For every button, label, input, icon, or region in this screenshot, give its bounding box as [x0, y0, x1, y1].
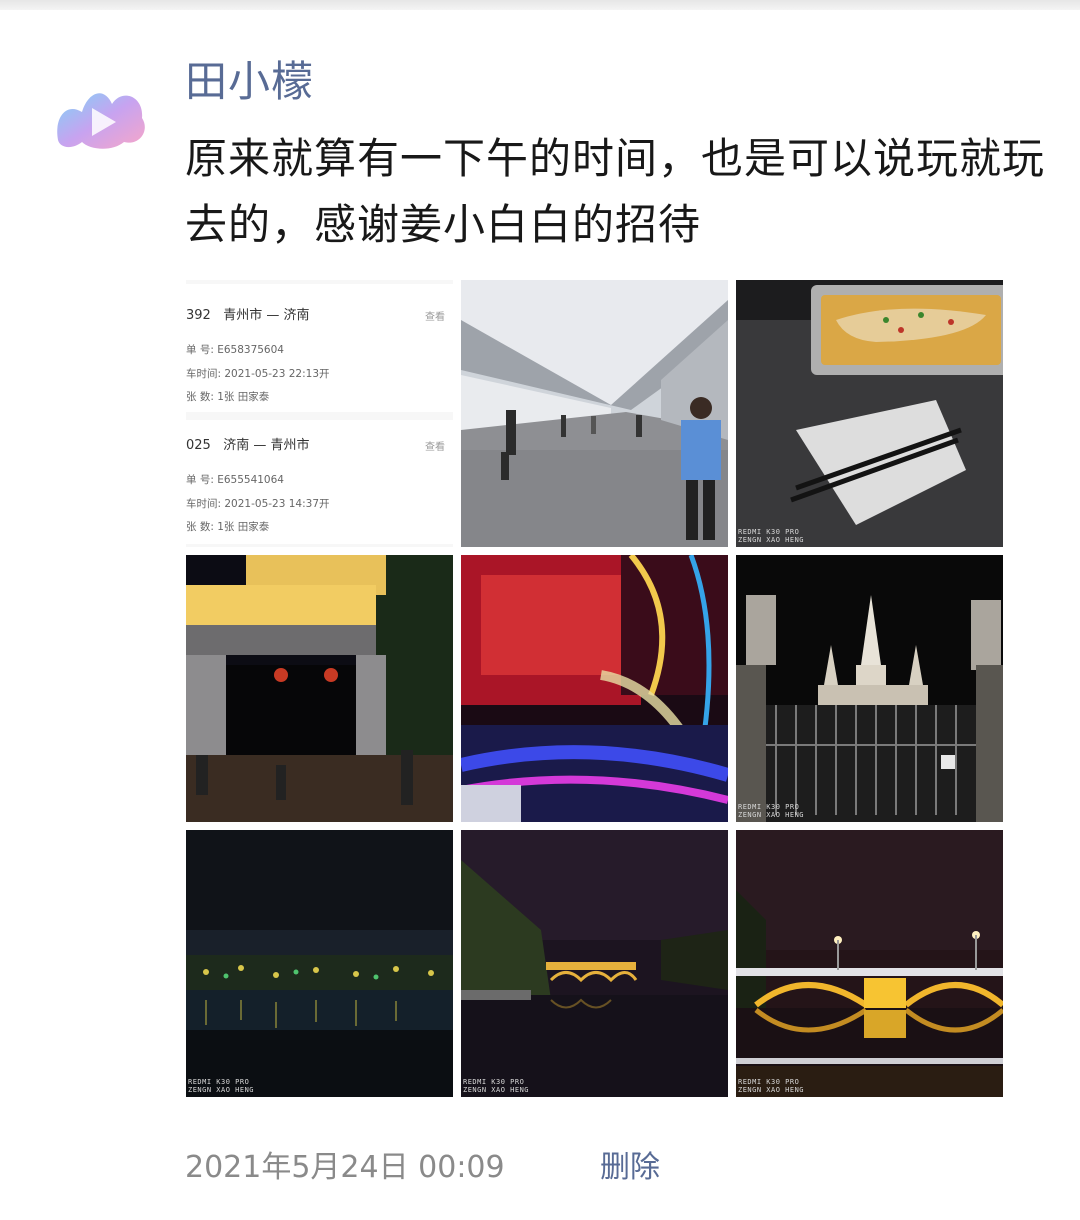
username[interactable]: 田小檬: [185, 52, 314, 112]
ticket-route: 青州市 — 济南: [223, 308, 310, 323]
camera-watermark: REDMI K30 PRO ZENGN XAO HENG: [738, 1078, 805, 1094]
photo-night-archway[interactable]: [186, 555, 453, 822]
ticket-departure-time: 车时间: 2021-05-23 14:37开: [186, 498, 330, 510]
ticket-count: 张 数: 1张 田家泰: [186, 521, 270, 533]
ticket-train-number: 392: [186, 308, 211, 323]
photo-neon-light-ceiling[interactable]: [461, 555, 728, 822]
ticket-card: 392 青州市 — 济南 查看 单 号: E658375604 车时间: 202…: [186, 284, 453, 412]
photo-grid: 392 青州市 — 济南 查看 单 号: E658375604 车时间: 202…: [186, 280, 1003, 1097]
ticket-train-number: 025: [186, 438, 211, 453]
avatar[interactable]: [52, 78, 152, 158]
ticket-count: 张 数: 1张 田家泰: [186, 391, 270, 403]
delete-button[interactable]: 删除: [600, 1148, 660, 1188]
post-timestamp: 2021年5月24日 00:09: [185, 1150, 505, 1185]
photo-restaurant-dish[interactable]: REDMI K30 PRO ZENGN XAO HENG: [736, 280, 1003, 547]
ticket-route: 济南 — 青州市: [223, 438, 310, 453]
ticket-departure-time: 车时间: 2021-05-23 22:13开: [186, 368, 330, 380]
camera-watermark: REDMI K30 PRO ZENGN XAO HENG: [188, 1078, 255, 1094]
ticket-order-number: 单 号: E658375604: [186, 344, 284, 356]
photo-railway-platform[interactable]: [461, 280, 728, 547]
photo-illuminated-bridge[interactable]: REDMI K30 PRO ZENGN XAO HENG: [736, 830, 1003, 1097]
photo-night-lake[interactable]: REDMI K30 PRO ZENGN XAO HENG: [186, 830, 453, 1097]
photo-church-night[interactable]: REDMI K30 PRO ZENGN XAO HENG: [736, 555, 1003, 822]
ticket-order-number: 单 号: E655541064: [186, 474, 284, 486]
ticket-view-link: 查看: [425, 442, 445, 453]
ticket-card: 025 济南 — 青州市 查看 单 号: E655541064 车时间: 202…: [186, 420, 453, 544]
post-text: 原来就算有一下午的时间，也是可以说玩就玩去的，感谢姜小白白的招待: [185, 134, 1046, 249]
photo-ticket-screenshot[interactable]: 392 青州市 — 济南 查看 单 号: E658375604 车时间: 202…: [186, 280, 453, 547]
status-divider: [0, 0, 1080, 10]
ticket-view-link: 查看: [425, 312, 445, 323]
camera-watermark: REDMI K30 PRO ZENGN XAO HENG: [463, 1078, 530, 1094]
camera-watermark: REDMI K30 PRO ZENGN XAO HENG: [738, 803, 805, 819]
photo-river-bridge[interactable]: REDMI K30 PRO ZENGN XAO HENG: [461, 830, 728, 1097]
camera-watermark: REDMI K30 PRO ZENGN XAO HENG: [738, 528, 805, 544]
